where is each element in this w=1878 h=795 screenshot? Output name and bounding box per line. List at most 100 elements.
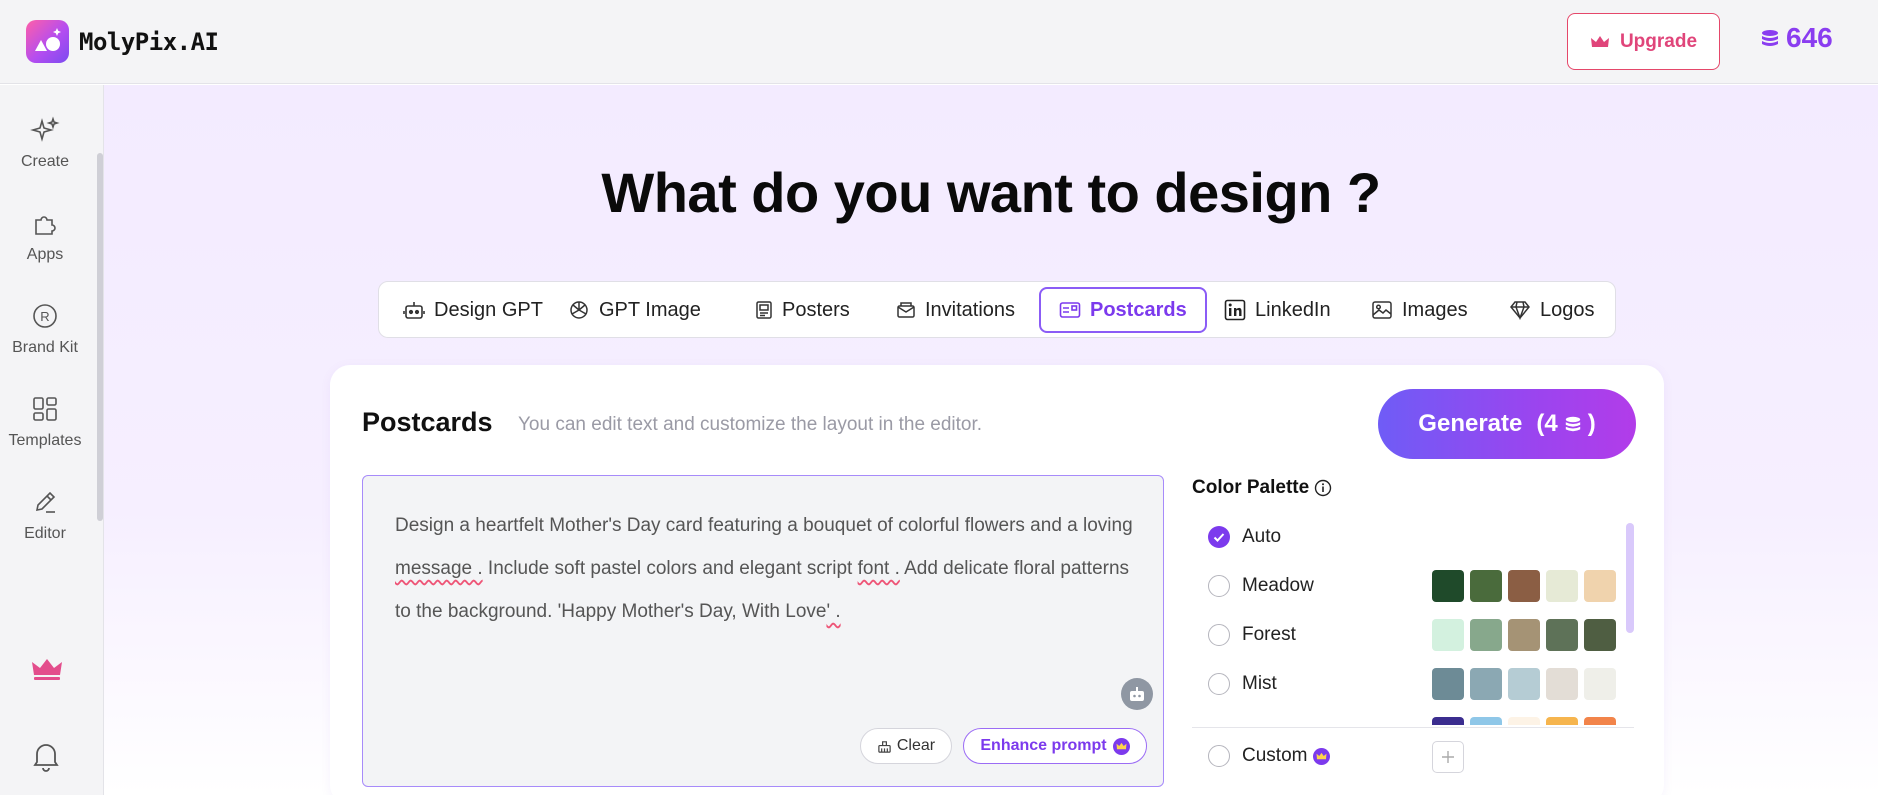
tab-label: Invitations: [925, 298, 1016, 321]
upgrade-button[interactable]: Upgrade: [1567, 13, 1720, 70]
palette-option-custom[interactable]: Custom: [1192, 731, 1634, 781]
palette-option-forest[interactable]: Forest: [1192, 615, 1622, 655]
sidebar-scrollbar[interactable]: [97, 153, 103, 521]
tab-posters[interactable]: Posters: [735, 287, 870, 333]
sidebar-item-editor[interactable]: Editor: [0, 487, 90, 543]
sidebar-item-templates[interactable]: Templates: [0, 394, 90, 450]
info-icon[interactable]: [1314, 479, 1332, 497]
puzzle-icon: [35, 216, 56, 235]
tab-label: GPT Image: [599, 298, 701, 321]
color-swatch: [1470, 619, 1502, 651]
enhance-prompt-button[interactable]: Enhance prompt: [963, 728, 1147, 764]
color-swatch: [1508, 570, 1540, 602]
premium-crown-button[interactable]: [31, 656, 63, 687]
sidebar-item-label: Create: [20, 153, 70, 170]
sidebar-item-apps[interactable]: Apps: [0, 208, 90, 264]
color-swatch: [1584, 717, 1616, 725]
palette-option-partial[interactable]: [1192, 713, 1622, 725]
sidebar-item-brand-kit[interactable]: R Brand Kit: [0, 301, 90, 357]
premium-crown-icon: [1313, 747, 1331, 765]
image-icon: [1372, 301, 1392, 319]
palette-option-auto[interactable]: Auto: [1192, 517, 1622, 557]
poster-icon: [756, 301, 772, 319]
tab-design-gpt[interactable]: Design GPT: [383, 287, 563, 333]
color-swatch: [1432, 619, 1464, 651]
postcards-panel: Postcards You can edit text and customiz…: [330, 365, 1664, 795]
tab-invitations[interactable]: Invitations: [876, 287, 1035, 333]
color-swatch: [1470, 668, 1502, 700]
radio-button[interactable]: [1208, 624, 1230, 646]
radio-checked-icon[interactable]: [1208, 526, 1230, 548]
credits-balance[interactable]: 646: [1760, 22, 1833, 54]
palette-swatches: [1432, 619, 1616, 651]
color-swatch: [1470, 717, 1502, 725]
postcard-icon: [1059, 302, 1081, 318]
palette-swatches: [1432, 668, 1616, 700]
palette-option-meadow[interactable]: Meadow: [1192, 566, 1622, 606]
app-logo[interactable]: MolyPix.AI: [26, 20, 219, 63]
coins-icon: [1565, 416, 1580, 432]
coins-icon: [1762, 30, 1778, 46]
palette-name: Auto: [1242, 526, 1282, 547]
svg-text:R: R: [40, 309, 49, 324]
sidebar-item-create[interactable]: Create: [0, 115, 90, 171]
clear-label: Clear: [896, 737, 936, 754]
radio-button[interactable]: [1208, 745, 1230, 767]
add-color-button[interactable]: [1432, 741, 1464, 773]
color-swatch: [1546, 619, 1578, 651]
divider: [1192, 727, 1634, 728]
tab-label: Images: [1402, 298, 1468, 321]
prompt-misspelled-word: font .: [857, 558, 900, 579]
sidebar-item-label: Templates: [8, 432, 82, 449]
broom-icon: [878, 740, 891, 753]
palette-name: Meadow: [1242, 575, 1314, 596]
color-swatch: [1546, 717, 1578, 725]
color-swatch: [1432, 668, 1464, 700]
color-palette-list[interactable]: Auto Meadow Forest Mist: [1192, 515, 1634, 725]
generate-cost-close: ): [1587, 410, 1596, 437]
color-swatch: [1584, 570, 1616, 602]
tab-label: LinkedIn: [1255, 298, 1331, 321]
clear-button[interactable]: Clear: [860, 728, 952, 764]
tab-images[interactable]: Images: [1351, 287, 1488, 333]
sidebar-item-label: Brand Kit: [12, 339, 78, 356]
tab-logos[interactable]: Logos: [1489, 287, 1615, 333]
color-swatch: [1508, 668, 1540, 700]
color-swatch: [1546, 570, 1578, 602]
palette-scrollbar[interactable]: [1626, 523, 1634, 633]
palette-swatches: [1432, 570, 1616, 602]
plus-icon: [1442, 751, 1454, 763]
design-type-tabs: Design GPT GPT Image Posters Invitations…: [378, 281, 1616, 338]
color-swatch: [1470, 570, 1502, 602]
radio-button[interactable]: [1208, 673, 1230, 695]
crown-icon: [32, 659, 62, 680]
openai-icon: [570, 301, 588, 319]
color-swatch: [1546, 668, 1578, 700]
generate-cost: (4: [1536, 410, 1558, 437]
credits-count: 646: [1786, 22, 1833, 53]
robot-icon: [403, 302, 425, 319]
generate-button[interactable]: Generate (4 ): [1378, 389, 1636, 459]
tab-gpt-image[interactable]: GPT Image: [548, 287, 721, 333]
color-swatch: [1584, 619, 1616, 651]
palette-option-mist[interactable]: Mist: [1192, 664, 1622, 704]
pencil-icon: [35, 491, 56, 513]
palette-name: Forest: [1242, 624, 1296, 645]
upgrade-label: Upgrade: [1619, 30, 1698, 52]
tab-linkedin[interactable]: LinkedIn: [1204, 287, 1351, 333]
linkedin-icon: [1224, 299, 1246, 321]
crown-icon: [1590, 35, 1609, 47]
radio-button[interactable]: [1208, 575, 1230, 597]
color-swatch: [1508, 619, 1540, 651]
ai-assistant-button[interactable]: [1121, 678, 1153, 710]
grid-icon: [33, 397, 57, 421]
tab-label: Logos: [1540, 298, 1595, 321]
sidebar-item-label: Editor: [24, 525, 66, 542]
tab-postcards[interactable]: Postcards: [1039, 287, 1207, 333]
envelope-icon: [897, 302, 915, 318]
notifications-button[interactable]: [31, 740, 61, 777]
main-area: What do you want to design ? Design GPT …: [104, 85, 1878, 795]
enhance-label: Enhance prompt: [980, 737, 1107, 754]
prompt-segment: Design a heartfelt Mother's Day card fea…: [395, 515, 1133, 536]
prompt-textarea[interactable]: Design a heartfelt Mother's Day card fea…: [362, 475, 1164, 787]
